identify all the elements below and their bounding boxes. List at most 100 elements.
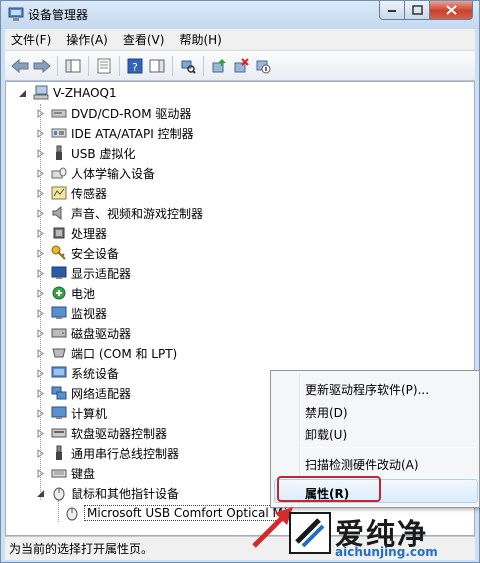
expand-arrow-icon: [37, 228, 44, 238]
tree-root-row[interactable]: V-ZHAOQ1: [18, 83, 117, 103]
menu-disable[interactable]: 禁用(D): [305, 404, 348, 421]
close-button[interactable]: [430, 1, 473, 20]
scan-hardware-button[interactable]: [177, 55, 199, 77]
menu-scan-hardware[interactable]: 扫描检测硬件改动(A): [305, 456, 419, 473]
menu-action[interactable]: 操作(A): [66, 31, 108, 48]
tree-item-floppy[interactable]: 软盘驱动器控制器: [36, 423, 167, 443]
toolbar: ?: [5, 51, 475, 81]
update-driver-icon: [212, 58, 226, 72]
tree-item-label: 鼠标和其他指针设备: [71, 486, 180, 501]
help-button[interactable]: ?: [124, 55, 146, 77]
collapse-arrow-icon: [19, 89, 26, 97]
system-device-icon: [51, 366, 67, 378]
window-title: 设备管理器: [28, 8, 89, 22]
tree-item-sound[interactable]: 声音、视频和游戏控制器: [36, 203, 203, 223]
menu-update-driver[interactable]: 更新驱动程序软件(P)...: [305, 381, 429, 398]
watermark: 爱纯净 aichunjing.com: [285, 506, 480, 562]
tree-item-keyboard[interactable]: 键盘: [36, 463, 95, 483]
tree-item-usb-virtualization[interactable]: USB 虚拟化: [36, 143, 135, 163]
tree-item-label: 网络适配器: [71, 386, 132, 401]
action-pane-button[interactable]: [146, 55, 168, 77]
tree-item-battery[interactable]: 电池: [36, 283, 95, 303]
expand-arrow-icon: [37, 128, 44, 138]
toolbar-separator: [57, 55, 58, 76]
tree-item-label: 端口 (COM 和 LPT): [71, 346, 178, 361]
scan-hardware-icon: [181, 60, 196, 74]
tree-item-disk[interactable]: 磁盘驱动器: [36, 323, 131, 343]
menu-bar: 文件(F) 操作(A) 查看(V) 帮助(H): [5, 29, 475, 51]
forward-icon: [33, 58, 51, 73]
forward-button[interactable]: [31, 55, 53, 77]
tree-item-usb-controllers[interactable]: 通用串行总线控制器: [36, 443, 179, 463]
tree-item-label: 人体学输入设备: [71, 166, 156, 181]
properties-toolbar-button[interactable]: [93, 55, 115, 77]
tree-item-label: 通用串行总线控制器: [71, 446, 180, 461]
uninstall-button[interactable]: [230, 55, 252, 77]
toolbar-separator: [119, 55, 120, 76]
tree-item-ide[interactable]: IDE ATA/ATAPI 控制器: [36, 123, 194, 143]
tree-item-label: 处理器: [71, 226, 108, 241]
svg-text:?: ?: [132, 61, 138, 74]
floppy-controller-icon: [51, 428, 67, 438]
tree-item-label: 显示适配器: [71, 266, 132, 281]
expand-arrow-icon: [37, 268, 44, 278]
uninstall-icon: [234, 57, 249, 72]
title-bar[interactable]: 设备管理器: [1, 1, 479, 29]
mouse-icon: [66, 507, 78, 521]
tree-item-monitor[interactable]: 监视器: [36, 303, 107, 323]
disable-button[interactable]: [252, 55, 274, 77]
tree-item-label: USB 虚拟化: [71, 146, 136, 161]
expand-arrow-icon: [37, 328, 44, 338]
tree-item-security[interactable]: 安全设备: [36, 243, 119, 263]
network-adapter-icon: [51, 386, 67, 400]
battery-icon: [52, 286, 66, 300]
menu-uninstall[interactable]: 卸载(U): [305, 426, 347, 443]
tree-item-computer[interactable]: 计算机: [36, 403, 107, 423]
tree-item-system[interactable]: 系统设备: [36, 363, 119, 383]
menu-view[interactable]: 查看(V): [123, 31, 165, 48]
tree-connector-line: [58, 500, 59, 522]
device-manager-window: 设备管理器 文件(F) 操作(A) 查看(V) 帮助(H) ? V-ZHAOQ1…: [0, 0, 480, 563]
watermark-logo-icon: [289, 512, 331, 554]
watermark-url: aichunjing.com: [335, 545, 438, 559]
tree-item-hid[interactable]: 人体学输入设备: [36, 163, 155, 183]
tree-item-label: 声音、视频和游戏控制器: [71, 206, 204, 221]
tree-item-dvd[interactable]: DVD/CD-ROM 驱动器: [36, 103, 191, 123]
update-driver-button[interactable]: [208, 55, 230, 77]
tree-item-label: 系统设备: [71, 366, 120, 381]
tree-item-mouse[interactable]: 鼠标和其他指针设备: [36, 483, 179, 503]
expand-arrow-icon: [37, 348, 44, 358]
expand-arrow-icon: [37, 208, 44, 218]
tree-item-processor[interactable]: 处理器: [36, 223, 107, 243]
tree-item-display[interactable]: 显示适配器: [36, 263, 131, 283]
tree-item-ports[interactable]: 端口 (COM 和 LPT): [36, 343, 177, 363]
disable-icon: [256, 60, 271, 73]
console-tree-button[interactable]: [62, 55, 84, 77]
expand-arrow-icon: [37, 168, 44, 178]
speaker-icon: [52, 205, 62, 221]
expand-arrow-icon: [37, 428, 44, 438]
port-icon: [52, 348, 66, 358]
minimize-button[interactable]: [379, 1, 405, 20]
maximize-button[interactable]: [405, 1, 430, 20]
collapse-arrow-icon: [37, 489, 44, 497]
usb-controller-icon: [56, 445, 62, 460]
back-icon: [11, 58, 29, 73]
expand-arrow-icon: [37, 368, 44, 378]
close-icon: [445, 5, 457, 15]
context-menu-separator: [302, 447, 476, 448]
menu-file[interactable]: 文件(F): [11, 31, 51, 48]
computer-icon: [51, 406, 67, 419]
tree-item-network[interactable]: 网络适配器: [36, 383, 131, 403]
menu-help[interactable]: 帮助(H): [179, 31, 221, 48]
expand-arrow-icon: [37, 288, 44, 298]
tree-item-sensors[interactable]: 传感器: [36, 183, 107, 203]
processor-icon: [53, 227, 65, 239]
toolbar-separator: [88, 55, 89, 76]
expand-arrow-icon: [37, 468, 44, 478]
hid-icon: [51, 167, 67, 179]
expand-arrow-icon: [37, 448, 44, 458]
device-manager-icon: [8, 7, 24, 21]
tree-item-label: 电池: [71, 286, 96, 301]
back-button[interactable]: [9, 55, 31, 77]
